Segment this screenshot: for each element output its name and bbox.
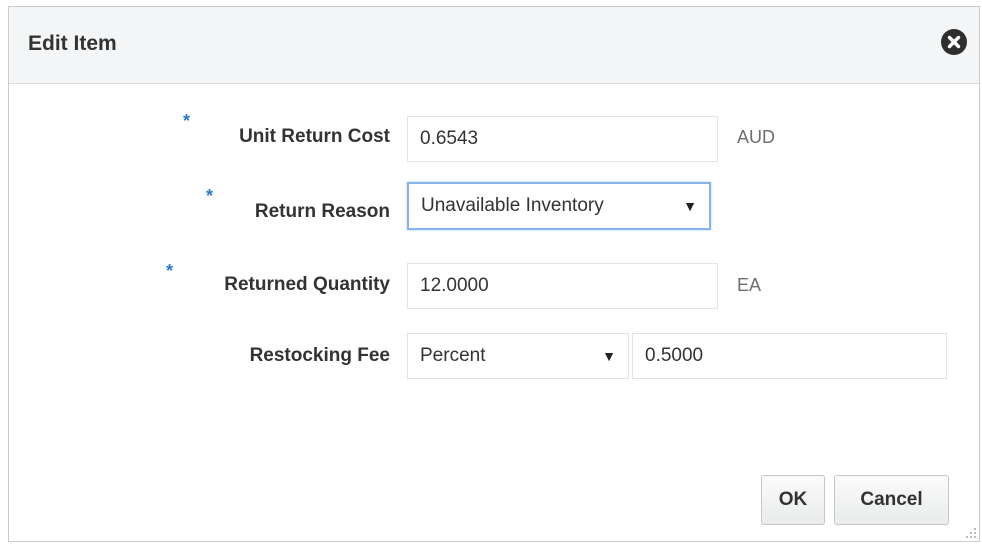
- returned-quantity-label: Returned Quantity: [224, 274, 390, 295]
- return-reason-label: Return Reason: [254, 201, 390, 222]
- return-reason-select[interactable]: Unavailable Inventory ▼: [407, 182, 711, 230]
- restocking-fee-value: 0.5000: [645, 345, 704, 366]
- close-button[interactable]: [941, 29, 967, 55]
- restocking-fee-input[interactable]: 0.5000: [632, 333, 947, 379]
- unit-return-cost-value: 0.6543: [420, 128, 479, 149]
- returned-quantity-input[interactable]: 12.0000: [407, 263, 718, 309]
- required-marker: *: [166, 261, 174, 281]
- returned-quantity-unit: EA: [737, 275, 762, 295]
- dialog-header: Edit Item: [9, 7, 979, 84]
- edit-item-dialog: Edit Item * Unit Return Cost 0.6543 AUD …: [8, 6, 980, 542]
- close-icon: [947, 35, 961, 49]
- resize-grip-icon[interactable]: [965, 527, 977, 539]
- unit-return-cost-currency: AUD: [737, 127, 776, 147]
- dropdown-arrow-icon: ▼: [683, 198, 697, 214]
- unit-return-cost-input[interactable]: 0.6543: [407, 116, 718, 162]
- restocking-fee-type-selected: Percent: [420, 345, 486, 366]
- unit-return-cost-label: Unit Return Cost: [239, 126, 390, 147]
- return-reason-selected: Unavailable Inventory: [421, 195, 604, 216]
- dialog-title: Edit Item: [28, 32, 117, 55]
- dropdown-arrow-icon: ▼: [602, 348, 616, 364]
- required-marker: *: [183, 111, 191, 131]
- ok-button[interactable]: OK: [761, 475, 825, 525]
- required-marker: *: [206, 186, 214, 206]
- restocking-fee-type-select[interactable]: Percent ▼: [407, 333, 629, 379]
- restocking-fee-label: Restocking Fee: [249, 345, 390, 366]
- returned-quantity-value: 12.0000: [420, 275, 489, 296]
- cancel-button[interactable]: Cancel: [834, 475, 949, 525]
